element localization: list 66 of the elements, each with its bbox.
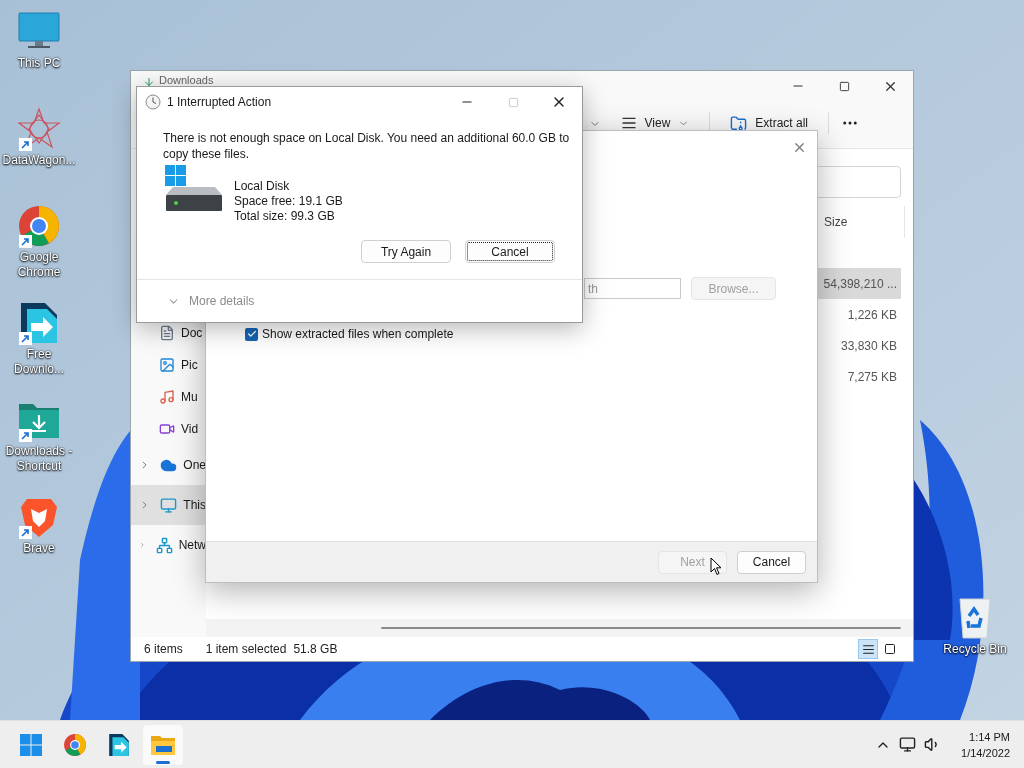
nav-item[interactable]: Netw [131, 525, 206, 565]
desktop-icon-label: DataWagon... [1, 153, 77, 168]
video-icon [159, 421, 175, 437]
nav-label: Pic [181, 357, 198, 374]
desktop-icon-label: This PC [16, 56, 62, 71]
checkbox-label: Show extracted files when complete [262, 326, 454, 343]
try-again-button[interactable]: Try Again [361, 240, 451, 263]
nav-label: Vid [181, 421, 199, 438]
windows-logo-icon [20, 733, 42, 756]
nav-item[interactable]: One [131, 445, 206, 485]
more-details-button[interactable]: More details [167, 292, 255, 310]
maximize-icon [838, 80, 850, 92]
details-view-icon [861, 642, 875, 656]
cancel-button[interactable]: Cancel [465, 240, 555, 263]
cancel-button[interactable]: Cancel [737, 550, 806, 574]
nav-label: This [183, 497, 206, 514]
mouse-pointer-icon [710, 557, 722, 576]
desktop-icon-label: Free Downlo... [13, 347, 65, 377]
document-icon [159, 325, 175, 341]
nav-item[interactable]: Mu [131, 381, 206, 413]
selection-status: 1 item selected [205, 641, 287, 658]
music-note-icon [159, 389, 175, 405]
toolbar-button[interactable]: View [612, 112, 698, 134]
monitor-icon [160, 496, 178, 514]
list-lines-icon [620, 115, 637, 131]
star-pattern-icon[interactable] [17, 107, 61, 151]
chrome-icon [63, 732, 87, 757]
nav-label: Mu [181, 389, 198, 406]
chrome-icon[interactable] [17, 204, 61, 248]
nav-label: One [183, 457, 206, 474]
clock-time[interactable]: 1:14 PM [969, 728, 1010, 745]
selection-size: 51.8 GB [293, 641, 338, 658]
window-title: Downloads [159, 74, 214, 86]
checkbox[interactable] [245, 327, 258, 341]
desktop-icon-label: Google Chrome [16, 250, 62, 280]
desktop-icon-label: Downloads - Shortcut [4, 444, 74, 474]
image-icon [159, 357, 175, 373]
arrow-document-icon [107, 732, 131, 757]
total-size: Total size: 99.3 GB [234, 209, 336, 224]
size-cell-text: 54,398,210 ... [823, 275, 898, 293]
folder-icon [150, 733, 176, 756]
nav-item[interactable]: Pic [131, 349, 206, 381]
error-message: There is not enough space on Local Disk. You need an additional 60.0 GB to copy these files. [163, 130, 570, 162]
space-free: Space free: 19.1 GB [234, 194, 343, 209]
desktop-icon-label: Brave [22, 541, 56, 556]
network-monitor-icon[interactable] [899, 736, 917, 753]
nav-label: Netw [178, 537, 206, 554]
clock-icon [145, 94, 161, 110]
tiles-view-icon [884, 643, 896, 655]
size-cell-text: 7,275 KB [847, 368, 898, 386]
download-arrow-icon [143, 76, 155, 88]
nav-item[interactable]: Vid [131, 413, 206, 445]
recycle-bin-icon[interactable] [957, 596, 993, 640]
nav-item[interactable]: This [131, 485, 206, 525]
scrollbar[interactable] [381, 627, 901, 629]
clock-date[interactable]: 1/14/2022 [961, 744, 1010, 761]
dialog-title: 1 Interrupted Action [167, 94, 272, 111]
archive-folder-icon [730, 114, 748, 132]
item-count: 6 items [144, 641, 183, 658]
drive-icon [165, 165, 223, 213]
toolbar-button[interactable]: Extract all [722, 112, 816, 134]
nav-label: Doc [181, 325, 203, 342]
details-view-button[interactable] [858, 639, 878, 659]
drive-name: Local Disk [234, 179, 291, 194]
network-icon [155, 536, 173, 554]
maximize-icon [507, 96, 519, 108]
